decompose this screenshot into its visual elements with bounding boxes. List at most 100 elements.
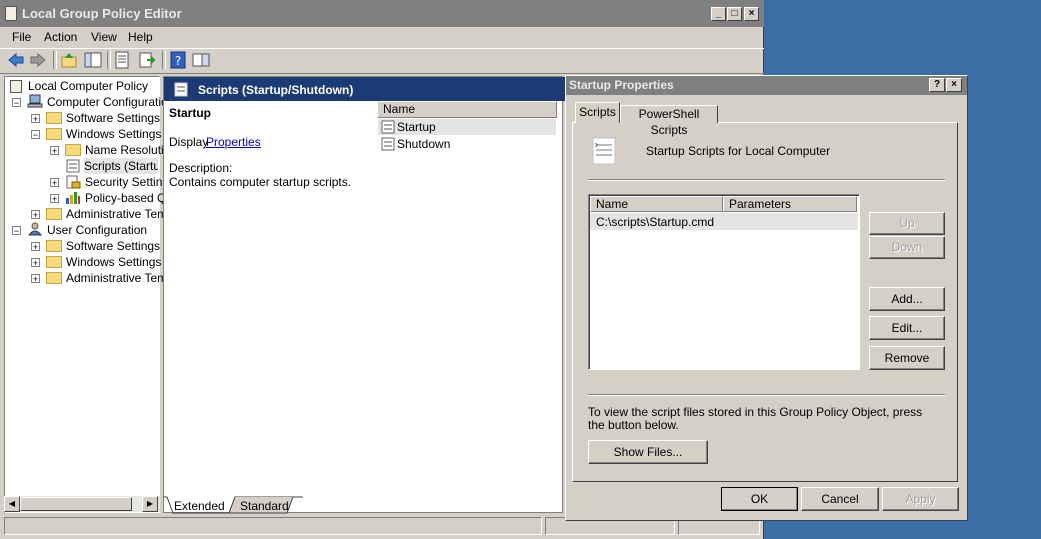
maximize-button[interactable]: □ — [727, 7, 742, 21]
selected-item-name: Startup — [169, 106, 211, 120]
remove-button[interactable]: Remove — [869, 346, 945, 370]
toolbar-separator — [162, 51, 166, 69]
name-column-header[interactable]: Name — [377, 101, 557, 118]
properties-icon[interactable] — [113, 51, 131, 69]
dialog-title: Startup Properties — [569, 78, 674, 92]
ok-button[interactable]: OK — [721, 487, 798, 511]
folder-icon — [46, 112, 62, 124]
expand-toggle[interactable]: + — [31, 274, 40, 284]
script-item-icon — [381, 120, 395, 134]
info-text-line-1: To view the script files stored in this … — [588, 405, 923, 419]
up-folder-icon[interactable] — [60, 51, 78, 69]
tree-user-configuration[interactable]: User Configuration — [47, 222, 147, 238]
scroll-left-icon[interactable]: ◀ — [4, 496, 20, 512]
cancel-button[interactable]: Cancel — [801, 487, 879, 511]
qos-chart-icon — [66, 192, 80, 204]
script-name-cell: C:\scripts\Startup.cmd — [596, 215, 715, 229]
expand-toggle[interactable]: + — [31, 242, 40, 252]
tree-cc-administrative-templates[interactable]: Administrative Tem — [66, 206, 167, 222]
properties-link[interactable]: Properties — [206, 135, 261, 149]
folder-icon — [65, 144, 81, 156]
show-action-pane-icon[interactable] — [192, 51, 210, 69]
tab-powershell-scripts[interactable]: PowerShell Scripts — [620, 105, 718, 137]
forward-arrow-icon[interactable] — [29, 51, 47, 69]
menu-help[interactable]: Help — [128, 30, 153, 44]
tree-policy-based-qos[interactable]: Policy-based Q — [85, 190, 166, 206]
script-item-icon — [381, 137, 395, 151]
divider — [588, 179, 945, 181]
details-title: Scripts (Startup/Shutdown) — [198, 83, 354, 97]
expand-toggle[interactable]: + — [50, 146, 59, 156]
name-column-label: Name — [383, 102, 416, 116]
edit-button[interactable]: Edit... — [869, 316, 945, 340]
scroll-thumb[interactable] — [20, 497, 132, 511]
expand-toggle[interactable]: + — [50, 194, 59, 204]
toolbar-separator — [53, 51, 57, 69]
startup-script-icon — [592, 137, 616, 165]
list-item-label: Startup — [397, 120, 436, 134]
tab-standard[interactable]: Standard — [240, 499, 289, 513]
folder-icon — [46, 128, 62, 140]
tree-cc-windows-settings[interactable]: Windows Settings — [66, 126, 161, 142]
collapse-toggle[interactable]: − — [12, 98, 21, 108]
list-item-shutdown[interactable]: Shutdown — [397, 137, 450, 151]
scripts-icon — [66, 159, 80, 173]
policy-document-icon — [10, 80, 22, 93]
collapse-toggle[interactable]: − — [31, 130, 40, 140]
tree-uc-software-settings[interactable]: Software Settings — [66, 238, 160, 254]
description-label: Description: — [169, 161, 233, 175]
expand-toggle[interactable]: + — [31, 210, 40, 220]
column-header-name[interactable]: Name — [590, 196, 723, 212]
scroll-right-icon[interactable]: ▶ — [142, 496, 158, 512]
tree-cc-software-settings[interactable]: Software Settings — [66, 110, 160, 126]
expand-toggle[interactable]: + — [31, 114, 40, 124]
tree-local-computer-policy[interactable]: Local Computer Policy — [28, 78, 148, 94]
tree-uc-administrative-templates[interactable]: Administrative Tem — [66, 270, 167, 286]
menu-action[interactable]: Action — [44, 30, 77, 44]
export-list-icon[interactable] — [138, 51, 156, 69]
menu-view[interactable]: View — [91, 30, 117, 44]
scripts-heading: Startup Scripts for Local Computer — [646, 144, 831, 158]
tree-name-resolution-policy[interactable]: Name Resolutic — [85, 142, 170, 158]
tree-computer-configuration[interactable]: Computer Configuratio — [47, 94, 168, 110]
toolbar-separator — [107, 51, 111, 69]
back-arrow-icon[interactable] — [7, 51, 25, 69]
tree-security-settings[interactable]: Security Settin — [85, 174, 162, 190]
close-button[interactable]: × — [744, 7, 759, 21]
tab-scripts-label: Scripts — [579, 105, 616, 119]
tree-scripts-startup-shutdown[interactable]: Scripts (Startup — [84, 158, 158, 174]
menu-file[interactable]: File — [12, 30, 31, 44]
status-cell — [4, 517, 542, 535]
dialog-help-button[interactable]: ? — [929, 78, 945, 92]
column-header-parameters[interactable]: Parameters — [723, 196, 857, 212]
scripts-header-icon — [174, 82, 188, 97]
down-button[interactable]: Down — [869, 236, 945, 259]
divider — [588, 394, 945, 396]
show-hide-tree-icon[interactable] — [84, 51, 102, 69]
tab-extended[interactable]: Extended — [174, 499, 225, 513]
description-text: Contains computer startup scripts. — [169, 175, 352, 189]
display-label: Display — [169, 135, 209, 149]
minimize-button[interactable]: _ — [711, 7, 726, 21]
column-header-name-label: Name — [596, 197, 629, 211]
dialog-close-button[interactable]: × — [946, 78, 962, 92]
add-button[interactable]: Add... — [869, 287, 945, 311]
up-button[interactable]: Up — [869, 212, 945, 235]
tree-uc-windows-settings[interactable]: Windows Settings — [66, 254, 161, 270]
computer-icon — [27, 94, 43, 108]
folder-icon — [46, 256, 62, 268]
folder-icon — [46, 240, 62, 252]
user-icon — [27, 222, 43, 236]
svg-text:?: ? — [175, 54, 181, 68]
folder-icon — [46, 272, 62, 284]
tab-scripts[interactable]: Scripts — [575, 102, 620, 123]
expand-toggle[interactable]: + — [50, 178, 59, 188]
folder-icon — [46, 208, 62, 220]
help-icon[interactable]: ? — [169, 51, 187, 69]
info-text-line-2: the button below. — [588, 418, 679, 432]
collapse-toggle[interactable]: − — [12, 226, 21, 236]
column-header-parameters-label: Parameters — [729, 197, 792, 211]
show-files-button[interactable]: Show Files... — [588, 440, 708, 464]
expand-toggle[interactable]: + — [31, 258, 40, 268]
apply-button[interactable]: Apply — [882, 487, 959, 511]
